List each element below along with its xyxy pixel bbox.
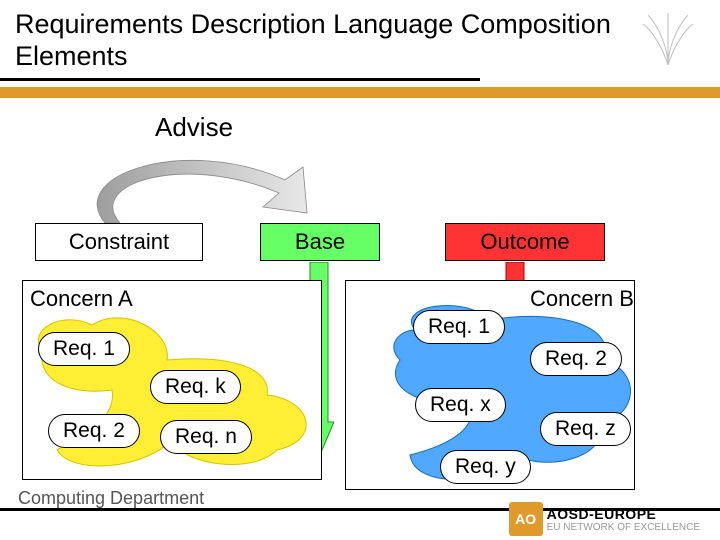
concern-a-label: Concern A: [30, 286, 133, 312]
footer-logo: AO AOSD-EUROPE EU NETWORK OF EXCELLENCE: [509, 502, 700, 536]
req-a-2: Req. 2: [48, 414, 140, 448]
base-box: Base: [260, 223, 380, 261]
footer-tagline: EU NETWORK OF EXCELLENCE: [547, 522, 700, 533]
req-b-x: Req. x: [415, 388, 506, 422]
footer-logo-icon: AO: [509, 502, 543, 536]
orange-divider-bar: [0, 87, 720, 98]
req-a-k: Req. k: [150, 370, 241, 404]
req-a-1: Req. 1: [38, 332, 130, 366]
req-b-y: Req. y: [440, 450, 531, 484]
req-b-z: Req. z: [540, 412, 631, 446]
advise-label: Advise: [155, 112, 233, 143]
footer-brand: AOSD-EUROPE: [547, 506, 700, 522]
corner-logo-icon: [638, 10, 698, 75]
concern-b-label: Concern B: [530, 286, 634, 312]
req-b-2: Req. 2: [530, 342, 622, 376]
footer-department: Computing Department: [18, 488, 204, 509]
req-a-n: Req. n: [160, 420, 252, 454]
slide-title: Requirements Description Language Compos…: [15, 8, 720, 73]
constraint-box: Constraint: [35, 223, 203, 261]
outcome-box: Outcome: [445, 223, 605, 261]
advise-arrow-icon: [65, 145, 315, 230]
title-underline: [0, 78, 480, 81]
req-b-1: Req. 1: [413, 310, 505, 344]
